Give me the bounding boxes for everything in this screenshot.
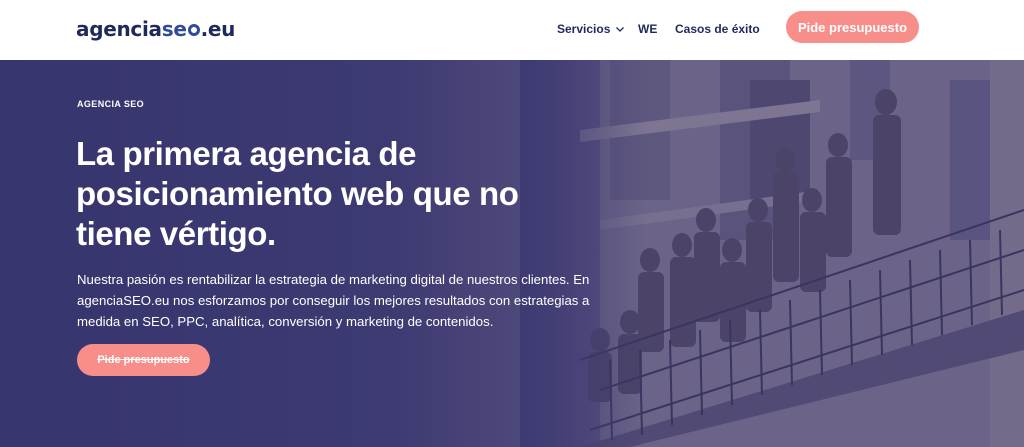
description-line: Nuestra pasión es rentabilizar la estrat… — [77, 272, 590, 287]
description-line: medida en SEO, PPC, analítica, conversió… — [77, 314, 494, 329]
site-logo[interactable]: agencia se .eu — [76, 14, 235, 44]
nav-item-label: Servicios — [557, 22, 611, 36]
logo-text-agencia: agencia — [76, 17, 162, 41]
headline-line: La primera agencia de — [76, 135, 417, 172]
logo-text-se: se — [161, 17, 187, 41]
description-line: agenciaSEO.eu nos esforzamos por consegu… — [77, 293, 590, 308]
hero-section: AGENCIA SEO La primera agencia de posici… — [0, 60, 1024, 447]
headline-line: tiene vértigo. — [76, 215, 276, 252]
header-quote-button[interactable]: Pide presupuesto — [786, 11, 919, 43]
hero-eyebrow: AGENCIA SEO — [77, 99, 145, 109]
site-header: agencia se .eu Servicios WE Casos de éxi… — [0, 0, 1024, 60]
hero-description: Nuestra pasión es rentabilizar la estrat… — [77, 269, 597, 332]
magnifier-icon — [187, 24, 200, 36]
nav-item-label: Casos de éxito — [675, 22, 760, 36]
hero-headline: La primera agencia de posicionamiento we… — [76, 134, 596, 254]
hero-quote-button[interactable]: Pide presupuesto — [77, 344, 210, 376]
chevron-down-icon — [616, 27, 625, 32]
nav-item-we[interactable]: WE — [638, 22, 657, 36]
nav-item-servicios[interactable]: Servicios — [557, 22, 625, 36]
nav-item-label: WE — [638, 22, 658, 36]
nav-item-casos-de-exito[interactable]: Casos de éxito — [675, 22, 760, 36]
headline-line: posicionamiento web que no — [76, 175, 519, 212]
logo-text-eu: .eu — [200, 17, 236, 41]
